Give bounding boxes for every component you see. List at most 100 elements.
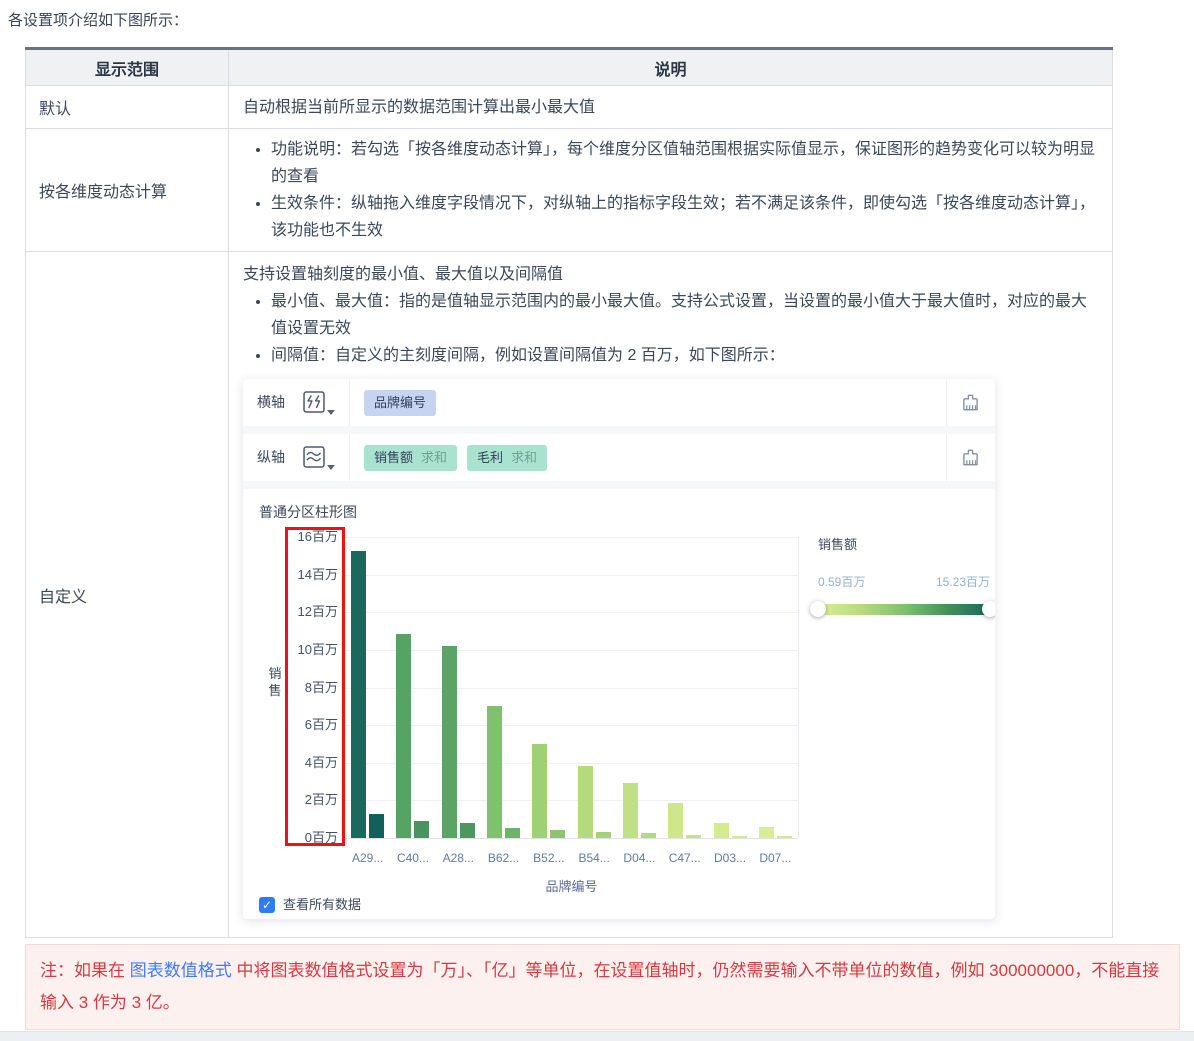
- bar-销售额-C40...: [396, 634, 412, 838]
- table-row: 自定义 支持设置轴刻度的最小值、最大值以及间隔值 最小值、最大值：指的是值轴显示…: [25, 251, 1113, 938]
- clear-axis-button[interactable]: [946, 379, 981, 426]
- bar-销售额-B52...: [532, 744, 548, 838]
- field-tag[interactable]: 毛利 求和: [467, 444, 548, 471]
- bar-毛利-A29...: [369, 814, 385, 838]
- row-label-dynamic: 按各维度动态计算: [25, 128, 229, 252]
- field-tag[interactable]: 品牌编号: [364, 389, 437, 416]
- legend-min-handle[interactable]: [810, 601, 826, 617]
- chevron-down-icon: [327, 464, 335, 470]
- field-tag-name: 毛利: [477, 450, 504, 465]
- checkbox-checked[interactable]: ✓: [259, 896, 275, 913]
- table-row: 默认 自动根据当前所显示的数据范围计算出最小最大值: [25, 85, 1113, 129]
- red-highlight-box: [285, 527, 345, 846]
- doc-page: 各设置项介绍如下图所示： 显示范围 说明 默认 自动根据当前所显示的数据范围计算…: [0, 0, 1194, 1041]
- bar-销售额-C47...: [668, 803, 684, 838]
- bar-毛利-D07...: [776, 836, 792, 838]
- bar-销售额-D04...: [622, 783, 638, 838]
- chart-config-panel: 横轴 品牌编号 纵轴 销售额 求和 毛利 求和 普通分区柱形图 16百万 14百…: [243, 379, 995, 919]
- table-header-row: 显示范围 说明: [25, 48, 1113, 86]
- bar-毛利-D04...: [640, 833, 656, 838]
- field-tag[interactable]: 销售额 求和: [364, 444, 458, 471]
- note-text: 注：如果在: [40, 961, 130, 980]
- broom-icon: [963, 394, 978, 411]
- bullet-item: 最小值、最大值：指的是值轴显示范围内的最小最大值。支持公式设置，当设置的最小值大…: [271, 288, 1098, 342]
- bullet-list: 最小值、最大值：指的是值轴显示范围内的最小最大值。支持公式设置，当设置的最小值大…: [243, 288, 1098, 369]
- bar-销售额-D07...: [758, 827, 774, 838]
- bar-group: [577, 766, 611, 838]
- bar-group: [532, 744, 566, 838]
- bar-销售额-A28...: [441, 646, 457, 838]
- gridline: [345, 838, 798, 839]
- chevron-down-icon: [327, 409, 335, 415]
- line-chart-icon: [303, 445, 325, 468]
- x-axis-tick-label: B52...: [533, 851, 565, 865]
- legend-max-handle[interactable]: [982, 601, 995, 617]
- x-axis-tick-label: A29...: [351, 851, 384, 865]
- checkbox-label: 查看所有数据: [283, 897, 362, 912]
- vertical-axis-fields: 销售额 求和 毛利 求和: [350, 444, 946, 471]
- gradient-legend: 销售额 0.59百万 15.23百万: [810, 531, 995, 617]
- chart-number-format-link[interactable]: 图表数值格式: [130, 961, 232, 980]
- custom-intro: 支持设置轴刻度的最小值、最大值以及间隔值: [243, 266, 564, 283]
- bullet-list: 功能说明：若勾选「按各维度动态计算」，每个维度分区值轴范围根据实际值显示，保证图…: [243, 136, 1098, 244]
- row-label-custom: 自定义: [25, 251, 229, 938]
- bar-销售额-B54...: [577, 766, 593, 838]
- bar-销售额-B62...: [487, 706, 503, 838]
- bar-毛利-B54...: [595, 832, 611, 838]
- bar-group: [351, 551, 385, 838]
- clear-axis-button[interactable]: [946, 434, 981, 481]
- field-tag-aggregation: 求和: [421, 450, 448, 465]
- row-desc-custom: 支持设置轴刻度的最小值、最大值以及间隔值 最小值、最大值：指的是值轴显示范围内的…: [228, 251, 1113, 938]
- axis-type-dropdown[interactable]: [301, 444, 335, 472]
- bar-group: [713, 823, 747, 838]
- horizontal-axis-row: 横轴 品牌编号: [243, 379, 995, 426]
- column-header-range: 显示范围: [25, 48, 229, 86]
- legend-gradient-bar: [810, 601, 995, 617]
- intro-text: 各设置项介绍如下图所示：: [8, 12, 189, 29]
- bar-毛利-B62...: [505, 828, 521, 838]
- bar-销售额-D03...: [713, 823, 729, 838]
- x-axis-tick-labels: A29... C40... A28... B62... B52... B54... D04.…: [345, 845, 798, 872]
- chart-preview: 普通分区柱形图 16百万 14百万 12百万 10百万 8百万 6百万 4百万 2百万 0百万 A…: [243, 489, 995, 919]
- row-desc-default: 自动根据当前所显示的数据范围计算出最小最大值: [228, 85, 1113, 129]
- bar-毛利-C40...: [414, 821, 430, 838]
- chart-title: 普通分区柱形图: [259, 504, 357, 520]
- x-axis-tick-label: A28...: [442, 851, 474, 865]
- bullet-item: 功能说明：若勾选「按各维度动态计算」，每个维度分区值轴范围根据实际值显示，保证图…: [271, 136, 1098, 190]
- plot-border: [798, 537, 799, 838]
- x-axis-title: 品牌编号: [545, 879, 598, 894]
- bar-series: [345, 537, 798, 838]
- field-tag-name: 销售额: [374, 450, 414, 465]
- bullet-item: 间隔值：自定义的主刻度间隔，例如设置间隔值为 2 百万，如下图所示：: [271, 342, 1098, 369]
- axis-type-dropdown[interactable]: [301, 389, 335, 417]
- note-box: 注：如果在 图表数值格式 中将图表数值格式设置为「万」、「亿」等单位，在设置值轴…: [25, 944, 1180, 1030]
- bar-group: [441, 646, 475, 838]
- bar-group: [487, 706, 521, 838]
- row-desc-dynamic: 功能说明：若勾选「按各维度动态计算」，每个维度分区值轴范围根据实际值显示，保证图…: [228, 128, 1113, 252]
- bar-group: [396, 634, 430, 838]
- bar-group: [758, 827, 792, 838]
- x-axis-tick-label: D07...: [759, 851, 792, 865]
- horizontal-axis-fields: 品牌编号: [350, 389, 946, 416]
- y-axis-title: 销售: [268, 666, 282, 698]
- x-axis-tick-label: D04...: [623, 851, 656, 865]
- x-axis-tick-label: C47...: [668, 851, 701, 865]
- broom-icon: [963, 449, 978, 466]
- table-row: 按各维度动态计算 功能说明：若勾选「按各维度动态计算」，每个维度分区值轴范围根据…: [25, 128, 1113, 252]
- column-header-desc: 说明: [228, 48, 1113, 86]
- x-axis-tick-label: B62...: [487, 851, 520, 865]
- row-label-default: 默认: [25, 85, 229, 129]
- bar-毛利-C47...: [686, 835, 702, 838]
- bar-毛利-B52...: [550, 830, 566, 838]
- bullet-item: 生效条件：纵轴拖入维度字段情况下，对纵轴上的指标字段生效；若不满足该条件，即使勾…: [271, 190, 1098, 244]
- x-axis-tick-label: B54...: [578, 851, 610, 865]
- x-axis-tick-label: D03...: [714, 851, 747, 865]
- legend-max-value: 15.23百万: [935, 575, 990, 589]
- vertical-axis-row: 纵轴 销售额 求和 毛利 求和: [243, 434, 995, 481]
- vertical-axis-label: 纵轴: [257, 449, 285, 465]
- partition-column-icon: [303, 390, 325, 413]
- legend-min-value: 0.59百万: [818, 575, 866, 589]
- bar-毛利-D03...: [731, 836, 747, 838]
- bar-group: [622, 783, 656, 838]
- bar-毛利-A28...: [459, 823, 475, 838]
